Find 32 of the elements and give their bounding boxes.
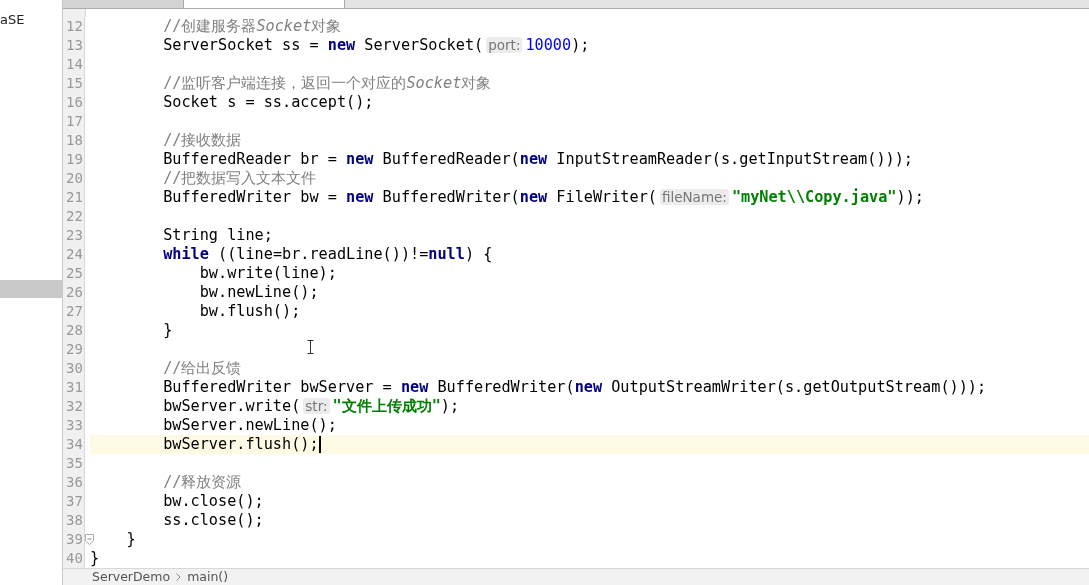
code-line: bw.write(line); [198, 263, 338, 283]
code-line: while ((line=br.readLine())!=null) { [162, 244, 494, 264]
code-line: ServerSocket ss = new ServerSocket( port: 10000); [162, 35, 591, 55]
editor-tab[interactable] [184, 0, 345, 8]
code-line: //给出反馈 [162, 358, 243, 378]
code-line: ss.close(); [162, 510, 265, 530]
code-line: BufferedWriter bwServer = new BufferedWriter(new OutputStreamWriter(s.getOutputStream())); [162, 377, 988, 397]
selected-tree-row[interactable] [0, 280, 62, 298]
code-line: //创建服务器Socket对象 [162, 16, 343, 36]
code-line: } [90, 548, 101, 568]
code-line: bwServer.newLine(); [162, 415, 338, 435]
code-line: bw.close(); [162, 491, 265, 511]
chevron-icon [176, 572, 182, 581]
code-line: Socket s = ss.accept(); [162, 92, 375, 112]
fold-icon[interactable] [85, 533, 94, 545]
code-line: //接收数据 [162, 130, 243, 150]
code-line: //把数据写入文本文件 [162, 168, 318, 188]
code-line: bw.flush(); [198, 301, 302, 321]
code-line: bwServer.write( str: "文件上传成功"); [162, 396, 461, 416]
code-line: BufferedReader br = new BufferedReader(new InputStreamReader(s.getInputStream())); [162, 149, 914, 169]
text-cursor-icon [307, 339, 314, 354]
code-line: String line; [162, 225, 274, 245]
code-line: } [125, 529, 137, 549]
code-line: } [162, 320, 174, 340]
editor-tab[interactable] [63, 0, 184, 8]
code-line: //释放资源 [162, 472, 243, 492]
breadcrumb[interactable]: main() [187, 569, 229, 585]
code-line: bw.newLine(); [198, 282, 320, 302]
project-tree-item[interactable]: aSE [0, 12, 62, 27]
code-line: BufferedWriter bw = new BufferedWriter(new FileWriter( fileName: "myNet\\Copy.java")); [162, 187, 925, 207]
code-line: //监听客户端连接，返回一个对应的Socket对象 [162, 73, 493, 93]
breadcrumb[interactable]: ServerDemo [92, 569, 171, 585]
